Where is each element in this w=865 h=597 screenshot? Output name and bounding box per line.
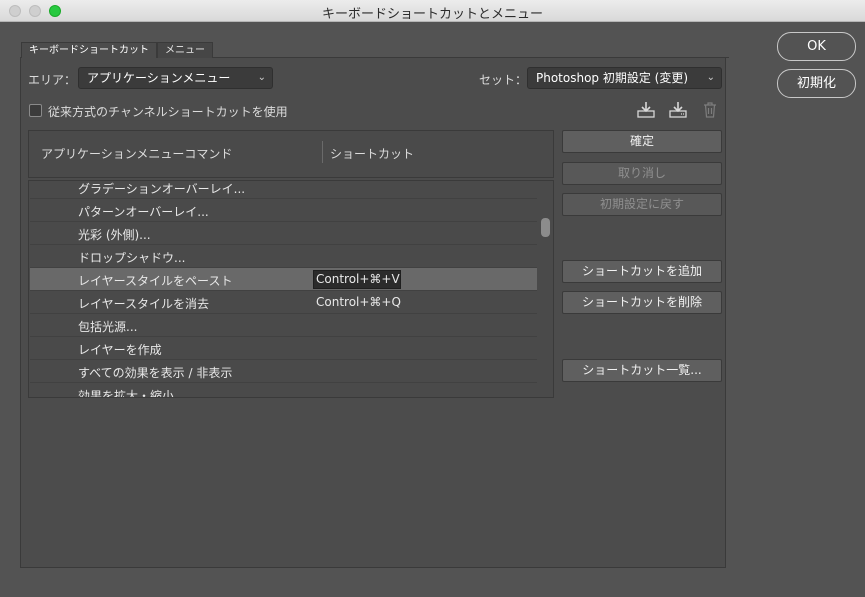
row-command: パターンオーバーレイ...	[78, 205, 209, 219]
row-shortcut: Control+⌘+Q	[316, 295, 401, 309]
row-command: ドロップシャドウ...	[78, 251, 186, 265]
area-select-value: アプリケーションメニュー	[87, 71, 231, 85]
save-set-icon[interactable]	[637, 101, 655, 119]
undo-button[interactable]: 取り消し	[562, 162, 722, 185]
column-header-command[interactable]: アプリケーションメニューコマンド	[41, 145, 232, 162]
column-header-shortcut[interactable]: ショートカット	[330, 145, 414, 162]
table-row[interactable]: パターンオーバーレイ...	[30, 199, 537, 222]
area-select[interactable]: アプリケーションメニュー ⌄	[78, 67, 273, 89]
summarize-button[interactable]: ショートカット一覧...	[562, 359, 722, 382]
table-row[interactable]: 包括光源...	[30, 314, 537, 337]
ok-button[interactable]: OK	[777, 32, 856, 61]
table-row[interactable]: レイヤーを作成	[30, 337, 537, 360]
legacy-channel-shortcuts-label: 従来方式のチャンネルショートカットを使用	[48, 105, 288, 119]
table-row[interactable]: グラデーションオーバーレイ...	[30, 181, 537, 199]
accept-button[interactable]: 確定	[562, 130, 722, 153]
reset-button[interactable]: 初期化	[777, 69, 856, 98]
tab-divider	[213, 57, 729, 58]
add-shortcut-button[interactable]: ショートカットを追加	[562, 260, 722, 283]
tab-menus[interactable]: メニュー	[157, 42, 213, 58]
vertical-scrollbar[interactable]	[538, 181, 553, 397]
shortcut-table: グラデーションオーバーレイ... パターンオーバーレイ... 光彩 (外側)..…	[28, 180, 554, 398]
column-divider	[322, 141, 323, 163]
trash-icon[interactable]	[701, 101, 719, 119]
set-select-value: Photoshop 初期設定 (変更)	[536, 71, 689, 85]
row-shortcut: Control+⌘+V	[316, 272, 400, 286]
table-row[interactable]: すべての効果を表示 / 非表示	[30, 360, 537, 383]
shortcut-table-header: アプリケーションメニューコマンド ショートカット	[28, 130, 554, 178]
chevron-down-icon: ⌄	[706, 72, 715, 83]
row-command: レイヤースタイルをペースト	[78, 274, 233, 288]
tab-bar: キーボードショートカット メニュー	[21, 42, 213, 58]
table-row[interactable]: 光彩 (外側)...	[30, 222, 537, 245]
table-row[interactable]: ドロップシャドウ...	[30, 245, 537, 268]
scrollbar-thumb[interactable]	[541, 218, 550, 237]
row-command: グラデーションオーバーレイ...	[78, 182, 246, 196]
table-row-selected[interactable]: レイヤースタイルをペースト Control+⌘+V	[30, 268, 537, 291]
chevron-down-icon: ⌄	[257, 72, 266, 83]
row-command: すべての効果を表示 / 非表示	[78, 366, 233, 380]
set-label: セット：	[479, 73, 528, 87]
title-bar: キーボードショートカットとメニュー	[0, 0, 865, 22]
save-set-as-icon[interactable]	[669, 101, 687, 119]
row-command: 光彩 (外側)...	[78, 228, 151, 242]
dialog-window: キーボードショートカットとメニュー キーボードショートカット メニュー エリア：…	[0, 0, 865, 597]
row-command: レイヤーを作成	[78, 343, 162, 357]
table-row[interactable]: レイヤースタイルを消去 Control+⌘+Q	[30, 291, 537, 314]
set-select[interactable]: Photoshop 初期設定 (変更) ⌄	[527, 67, 722, 89]
tab-keyboard-shortcuts[interactable]: キーボードショートカット	[21, 42, 157, 58]
row-command: 効果を拡大・縮小...	[78, 389, 186, 398]
table-row[interactable]: 効果を拡大・縮小...	[30, 383, 537, 398]
row-command: レイヤースタイルを消去	[78, 297, 210, 311]
row-command: 包括光源...	[78, 320, 138, 334]
area-label: エリア：	[28, 73, 77, 87]
delete-shortcut-button[interactable]: ショートカットを削除	[562, 291, 722, 314]
use-default-button[interactable]: 初期設定に戻す	[562, 193, 722, 216]
legacy-channel-shortcuts-checkbox[interactable]	[29, 104, 42, 117]
window-title: キーボードショートカットとメニュー	[321, 7, 543, 22]
